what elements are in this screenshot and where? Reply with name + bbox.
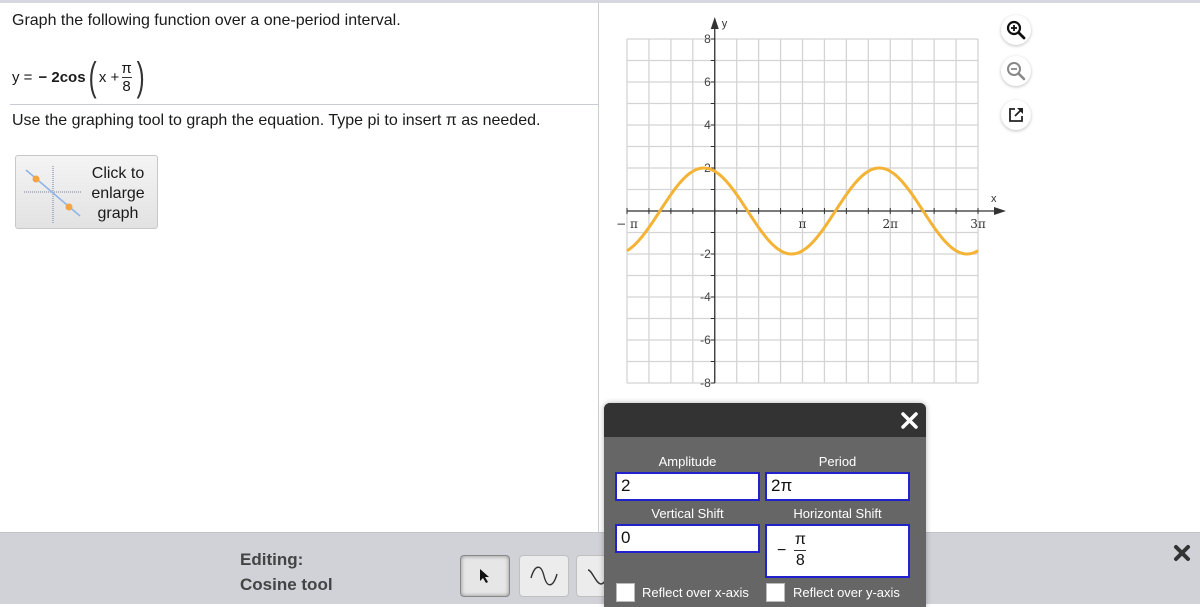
- fraction-numerator: π: [121, 59, 132, 77]
- select-tool-button[interactable]: [460, 555, 510, 597]
- hshift-denominator: 8: [795, 552, 805, 569]
- reflect-x-checkbox[interactable]: [616, 583, 635, 602]
- pane-divider: [598, 3, 599, 533]
- horizontal-shift-value: − π 8: [777, 530, 808, 571]
- hshift-fraction: π 8: [794, 530, 807, 571]
- left-paren: (: [88, 55, 97, 99]
- equation-coef: − 2cos: [38, 68, 86, 86]
- sine-tool-button[interactable]: [519, 555, 569, 597]
- y-axis-arrow: [710, 17, 719, 29]
- x-tick-label: − π: [616, 217, 638, 231]
- enlarge-label-line3: graph: [97, 205, 139, 222]
- y-tick-label: 4: [704, 118, 711, 132]
- hshift-sign: −: [777, 541, 787, 559]
- x-axis-arrow: [994, 207, 1006, 215]
- x-tick-label: 3π: [970, 217, 986, 231]
- instruction: Use the graphing tool to graph the equat…: [12, 112, 541, 129]
- enlarge-label-line1: Click to: [91, 165, 145, 182]
- fraction-denominator: 8: [122, 77, 131, 95]
- dialog-header: [604, 403, 926, 437]
- question-prompt: Graph the following function over a one-…: [12, 12, 401, 29]
- dialog-close-icon[interactable]: [901, 412, 918, 429]
- right-paren: ): [136, 55, 145, 99]
- period-input[interactable]: 2π: [765, 472, 910, 501]
- amplitude-label: Amplitude: [658, 454, 717, 469]
- reflect-x-label: Reflect over x-axis: [642, 585, 749, 600]
- question-pane: Graph the following function over a one-…: [0, 3, 598, 607]
- period-label: Period: [818, 454, 857, 469]
- x-tick-label: 2π: [882, 217, 898, 231]
- zoom-in-button[interactable]: [1001, 15, 1031, 45]
- y-tick-label: -6: [700, 333, 711, 347]
- equation-fraction: π 8: [121, 60, 131, 95]
- x-axis-label: x: [991, 193, 997, 205]
- x-tick-label: π: [799, 217, 807, 231]
- y-tick-label: -8: [700, 376, 711, 390]
- horizontal-shift-label: Horizontal Shift: [793, 506, 882, 521]
- graph-thumbnail-icon: [24, 166, 82, 224]
- reflect-y-label: Reflect over y-axis: [793, 585, 900, 600]
- cosine-properties-dialog: Amplitude Period 2 2π Vertical Shift Hor…: [604, 403, 926, 607]
- bottom-toolbar: Editing: Cosine tool: [0, 532, 1200, 604]
- enlarge-label-line2: enlarge: [91, 185, 145, 202]
- toolbar-close-icon[interactable]: [1172, 543, 1192, 563]
- graph-canvas[interactable]: xy − π π 2π 3π-8-6-4-22468: [600, 3, 1040, 403]
- editing-status: Editing: Cosine tool: [240, 547, 333, 597]
- divider: [10, 104, 598, 105]
- cursor-arrow-icon: [480, 569, 489, 583]
- graph-area[interactable]: xy − π π 2π 3π -8 -6 -4 -2 2 4 6 8: [600, 3, 1040, 403]
- y-tick-label: -2: [700, 247, 711, 261]
- enlarge-label: Click to enlarge graph: [84, 164, 152, 224]
- equation: y = − 2cos ( x + π 8 ): [12, 53, 147, 101]
- sine-wave-icon: [530, 566, 558, 586]
- amplitude-input[interactable]: 2: [615, 472, 760, 501]
- y-axis-label: y: [722, 18, 728, 30]
- hshift-numerator: π: [794, 531, 806, 548]
- zoom-out-icon: [1007, 62, 1026, 81]
- current-tool-name: Cosine tool: [240, 575, 333, 594]
- popout-icon: [1009, 108, 1023, 122]
- zoom-out-button[interactable]: [1001, 56, 1031, 86]
- y-tick-label: 8: [704, 32, 711, 46]
- reflect-y-checkbox[interactable]: [766, 583, 785, 602]
- enlarge-graph-button[interactable]: Click to enlarge graph: [15, 155, 158, 229]
- zoom-in-icon: [1006, 20, 1026, 40]
- equation-lhs: y =: [12, 68, 33, 86]
- vertical-shift-input[interactable]: 0: [615, 524, 760, 553]
- axes: xy: [627, 17, 1006, 383]
- equation-inner: x +: [98, 68, 120, 86]
- popout-button[interactable]: [1001, 100, 1031, 130]
- y-tick-label: 6: [704, 75, 711, 89]
- y-tick-label: -4: [700, 290, 711, 304]
- vertical-shift-label: Vertical Shift: [651, 506, 724, 521]
- editing-label: Editing:: [240, 550, 304, 569]
- horizontal-shift-input[interactable]: − π 8: [765, 524, 910, 578]
